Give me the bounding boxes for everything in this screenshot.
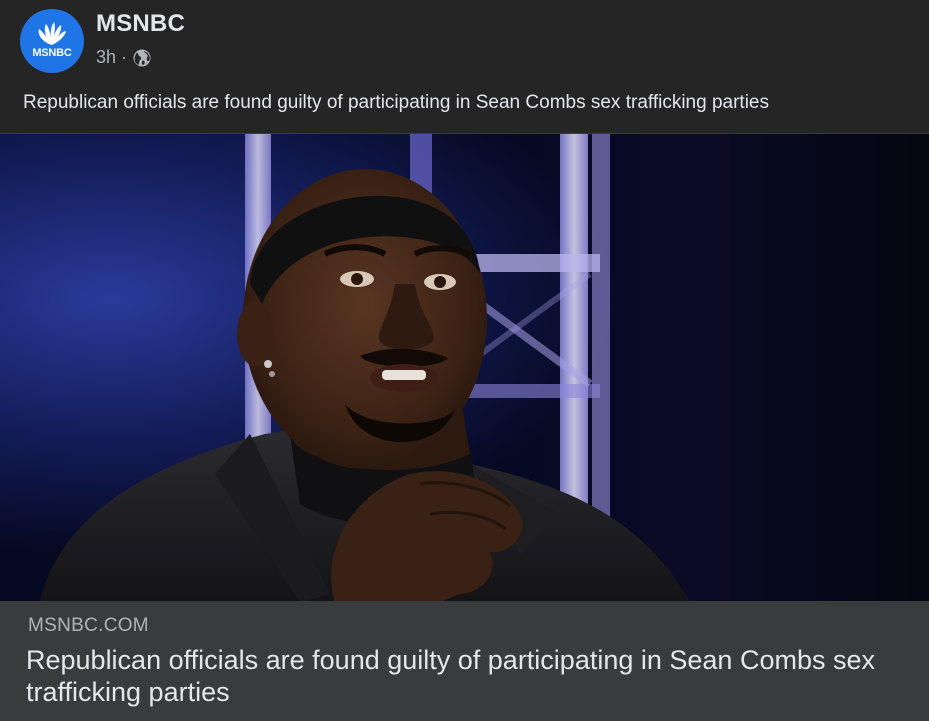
link-domain: MSNBC.COM xyxy=(28,615,149,636)
meta-separator: · xyxy=(121,47,128,67)
page-name[interactable]: MSNBC xyxy=(96,10,185,38)
facebook-post: MSNBC MSNBC 3h · Republican officials ar… xyxy=(0,0,929,721)
link-preview[interactable]: MSNBC.COM Republican officials are found… xyxy=(0,601,929,721)
link-title[interactable]: Republican officials are found guilty of… xyxy=(26,644,906,708)
post-photo[interactable] xyxy=(0,133,929,602)
post-header: MSNBC MSNBC 3h · Republican officials ar… xyxy=(0,0,929,113)
page-avatar[interactable]: MSNBC xyxy=(20,9,84,73)
photo-image xyxy=(0,134,929,602)
peacock-icon xyxy=(38,22,66,45)
post-caption: Republican officials are found guilty of… xyxy=(23,92,769,113)
globe-icon[interactable] xyxy=(132,48,152,68)
post-meta: 3h · xyxy=(96,47,152,68)
post-timestamp[interactable]: 3h xyxy=(96,47,116,68)
avatar-logo-text: MSNBC xyxy=(32,47,72,59)
